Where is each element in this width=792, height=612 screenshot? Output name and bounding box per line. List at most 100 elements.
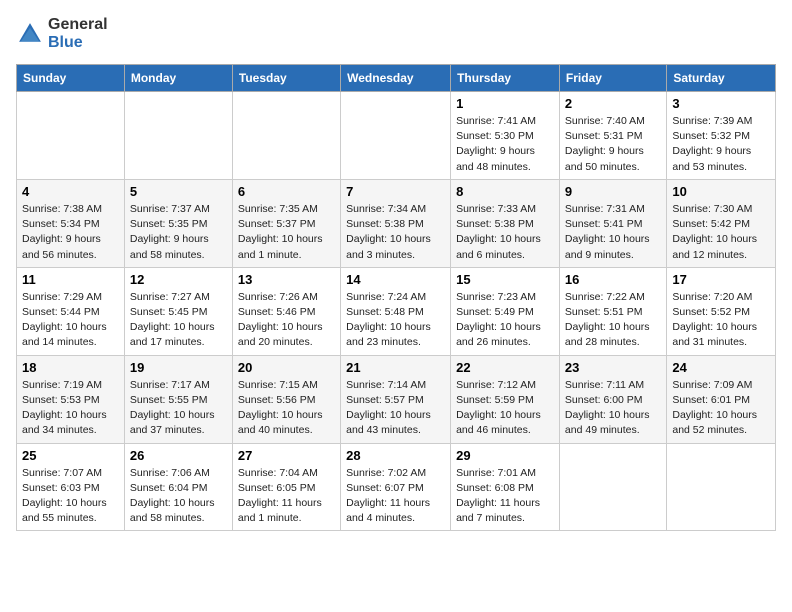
calendar-cell: 12 Sunrise: 7:27 AM Sunset: 5:45 PM Dayli… xyxy=(124,267,232,355)
day-info: Sunrise: 7:06 AM Sunset: 6:04 PM Dayligh… xyxy=(130,466,227,527)
header-day-saturday: Saturday xyxy=(667,65,776,92)
calendar-cell: 17 Sunrise: 7:20 AM Sunset: 5:52 PM Dayli… xyxy=(667,267,776,355)
day-info: Sunrise: 7:38 AM Sunset: 5:34 PM Dayligh… xyxy=(22,202,119,263)
day-number: 5 xyxy=(130,184,227,199)
day-info: Sunrise: 7:33 AM Sunset: 5:38 PM Dayligh… xyxy=(456,202,554,263)
calendar-cell xyxy=(124,92,232,180)
day-info: Sunrise: 7:15 AM Sunset: 5:56 PM Dayligh… xyxy=(238,378,335,439)
header-row: SundayMondayTuesdayWednesdayThursdayFrid… xyxy=(17,65,776,92)
day-number: 16 xyxy=(565,272,661,287)
day-number: 24 xyxy=(672,360,770,375)
day-number: 28 xyxy=(346,448,445,463)
calendar-cell xyxy=(17,92,125,180)
day-number: 12 xyxy=(130,272,227,287)
day-number: 2 xyxy=(565,96,661,111)
day-info: Sunrise: 7:22 AM Sunset: 5:51 PM Dayligh… xyxy=(565,290,661,351)
calendar-header: SundayMondayTuesdayWednesdayThursdayFrid… xyxy=(17,65,776,92)
day-number: 3 xyxy=(672,96,770,111)
day-number: 26 xyxy=(130,448,227,463)
calendar-cell: 16 Sunrise: 7:22 AM Sunset: 5:51 PM Dayli… xyxy=(559,267,666,355)
day-info: Sunrise: 7:24 AM Sunset: 5:48 PM Dayligh… xyxy=(346,290,445,351)
day-info: Sunrise: 7:04 AM Sunset: 6:05 PM Dayligh… xyxy=(238,466,335,527)
day-info: Sunrise: 7:12 AM Sunset: 5:59 PM Dayligh… xyxy=(456,378,554,439)
calendar-cell: 13 Sunrise: 7:26 AM Sunset: 5:46 PM Dayli… xyxy=(232,267,340,355)
header-day-sunday: Sunday xyxy=(17,65,125,92)
calendar-cell: 28 Sunrise: 7:02 AM Sunset: 6:07 PM Dayli… xyxy=(341,443,451,531)
day-number: 10 xyxy=(672,184,770,199)
header-day-wednesday: Wednesday xyxy=(341,65,451,92)
calendar-cell: 26 Sunrise: 7:06 AM Sunset: 6:04 PM Dayli… xyxy=(124,443,232,531)
calendar-cell: 2 Sunrise: 7:40 AM Sunset: 5:31 PM Daylig… xyxy=(559,92,666,180)
calendar-cell xyxy=(341,92,451,180)
calendar-cell xyxy=(667,443,776,531)
logo-line1: General xyxy=(48,16,108,34)
week-row-4: 25 Sunrise: 7:07 AM Sunset: 6:03 PM Dayli… xyxy=(17,443,776,531)
calendar-cell: 20 Sunrise: 7:15 AM Sunset: 5:56 PM Dayli… xyxy=(232,355,340,443)
day-number: 25 xyxy=(22,448,119,463)
day-info: Sunrise: 7:27 AM Sunset: 5:45 PM Dayligh… xyxy=(130,290,227,351)
day-number: 23 xyxy=(565,360,661,375)
day-info: Sunrise: 7:07 AM Sunset: 6:03 PM Dayligh… xyxy=(22,466,119,527)
calendar-table: SundayMondayTuesdayWednesdayThursdayFrid… xyxy=(16,64,776,531)
calendar-cell: 27 Sunrise: 7:04 AM Sunset: 6:05 PM Dayli… xyxy=(232,443,340,531)
day-info: Sunrise: 7:41 AM Sunset: 5:30 PM Dayligh… xyxy=(456,114,554,175)
calendar-cell: 19 Sunrise: 7:17 AM Sunset: 5:55 PM Dayli… xyxy=(124,355,232,443)
header-day-monday: Monday xyxy=(124,65,232,92)
calendar-cell: 4 Sunrise: 7:38 AM Sunset: 5:34 PM Daylig… xyxy=(17,179,125,267)
calendar-cell: 25 Sunrise: 7:07 AM Sunset: 6:03 PM Dayli… xyxy=(17,443,125,531)
day-number: 27 xyxy=(238,448,335,463)
calendar-cell: 5 Sunrise: 7:37 AM Sunset: 5:35 PM Daylig… xyxy=(124,179,232,267)
calendar-body: 1 Sunrise: 7:41 AM Sunset: 5:30 PM Daylig… xyxy=(17,92,776,531)
calendar-cell: 15Sunrise: 7:23 AM Sunset: 5:49 PM Dayli… xyxy=(451,267,560,355)
header-day-thursday: Thursday xyxy=(451,65,560,92)
day-number: 13 xyxy=(238,272,335,287)
calendar-cell: 1 Sunrise: 7:41 AM Sunset: 5:30 PM Daylig… xyxy=(451,92,560,180)
day-info: Sunrise: 7:17 AM Sunset: 5:55 PM Dayligh… xyxy=(130,378,227,439)
day-number: 20 xyxy=(238,360,335,375)
day-number: 21 xyxy=(346,360,445,375)
day-info: Sunrise: 7:09 AM Sunset: 6:01 PM Dayligh… xyxy=(672,378,770,439)
logo-icon xyxy=(16,20,44,48)
day-info: Sunrise: 7:23 AM Sunset: 5:49 PM Dayligh… xyxy=(456,290,554,351)
day-number: 11 xyxy=(22,272,119,287)
day-number: 29 xyxy=(456,448,554,463)
header-day-tuesday: Tuesday xyxy=(232,65,340,92)
day-number: 1 xyxy=(456,96,554,111)
day-info: Sunrise: 7:30 AM Sunset: 5:42 PM Dayligh… xyxy=(672,202,770,263)
calendar-cell: 10 Sunrise: 7:30 AM Sunset: 5:42 PM Dayli… xyxy=(667,179,776,267)
logo: General Blue xyxy=(16,16,108,52)
day-info: Sunrise: 7:14 AM Sunset: 5:57 PM Dayligh… xyxy=(346,378,445,439)
day-info: Sunrise: 7:35 AM Sunset: 5:37 PM Dayligh… xyxy=(238,202,335,263)
header-day-friday: Friday xyxy=(559,65,666,92)
day-info: Sunrise: 7:37 AM Sunset: 5:35 PM Dayligh… xyxy=(130,202,227,263)
day-info: Sunrise: 7:02 AM Sunset: 6:07 PM Dayligh… xyxy=(346,466,445,527)
day-number: 8 xyxy=(456,184,554,199)
day-number: 4 xyxy=(22,184,119,199)
day-number: 6 xyxy=(238,184,335,199)
calendar-cell xyxy=(559,443,666,531)
week-row-2: 11Sunrise: 7:29 AM Sunset: 5:44 PM Dayli… xyxy=(17,267,776,355)
calendar-cell: 8 Sunrise: 7:33 AM Sunset: 5:38 PM Daylig… xyxy=(451,179,560,267)
day-info: Sunrise: 7:26 AM Sunset: 5:46 PM Dayligh… xyxy=(238,290,335,351)
week-row-1: 4 Sunrise: 7:38 AM Sunset: 5:34 PM Daylig… xyxy=(17,179,776,267)
header: General Blue xyxy=(16,16,776,52)
day-info: Sunrise: 7:40 AM Sunset: 5:31 PM Dayligh… xyxy=(565,114,661,175)
week-row-3: 18 Sunrise: 7:19 AM Sunset: 5:53 PM Dayli… xyxy=(17,355,776,443)
day-info: Sunrise: 7:20 AM Sunset: 5:52 PM Dayligh… xyxy=(672,290,770,351)
logo-line2: Blue xyxy=(48,34,108,52)
calendar-cell: 24 Sunrise: 7:09 AM Sunset: 6:01 PM Dayli… xyxy=(667,355,776,443)
day-info: Sunrise: 7:11 AM Sunset: 6:00 PM Dayligh… xyxy=(565,378,661,439)
calendar-cell xyxy=(232,92,340,180)
calendar-cell: 6 Sunrise: 7:35 AM Sunset: 5:37 PM Daylig… xyxy=(232,179,340,267)
day-number: 9 xyxy=(565,184,661,199)
day-number: 7 xyxy=(346,184,445,199)
day-number: 17 xyxy=(672,272,770,287)
day-number: 19 xyxy=(130,360,227,375)
calendar-cell: 22Sunrise: 7:12 AM Sunset: 5:59 PM Dayli… xyxy=(451,355,560,443)
week-row-0: 1 Sunrise: 7:41 AM Sunset: 5:30 PM Daylig… xyxy=(17,92,776,180)
day-info: Sunrise: 7:19 AM Sunset: 5:53 PM Dayligh… xyxy=(22,378,119,439)
day-number: 18 xyxy=(22,360,119,375)
day-info: Sunrise: 7:39 AM Sunset: 5:32 PM Dayligh… xyxy=(672,114,770,175)
calendar-cell: 14Sunrise: 7:24 AM Sunset: 5:48 PM Dayli… xyxy=(341,267,451,355)
calendar-cell: 23 Sunrise: 7:11 AM Sunset: 6:00 PM Dayli… xyxy=(559,355,666,443)
